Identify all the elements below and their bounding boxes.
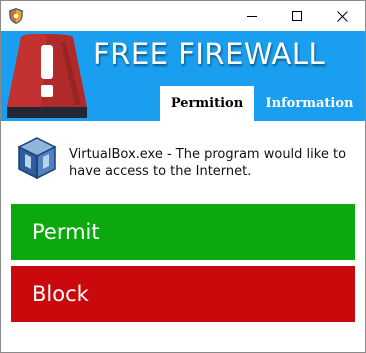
block-button[interactable]: Block <box>11 266 355 322</box>
title-bar[interactable] <box>1 1 365 31</box>
shield-icon <box>9 8 23 24</box>
tab-information[interactable]: Information <box>258 86 361 121</box>
maximize-icon <box>291 11 302 21</box>
virtualbox-icon <box>17 137 57 180</box>
alarm-light-icon <box>7 34 87 118</box>
permission-message: VirtualBox.exe - The program would like … <box>1 121 365 203</box>
minimize-button[interactable] <box>229 1 274 31</box>
app-header: FREE FIREWALL Permition Information <box>1 31 365 121</box>
minimize-icon <box>246 16 257 17</box>
tab-permition[interactable]: Permition <box>160 86 254 121</box>
permit-button[interactable]: Permit <box>11 204 355 260</box>
app-title: FREE FIREWALL <box>93 37 326 71</box>
close-button[interactable] <box>320 1 365 31</box>
message-text: VirtualBox.exe - The program would like … <box>69 147 347 179</box>
close-icon <box>337 10 348 22</box>
maximize-button[interactable] <box>274 1 319 31</box>
firewall-window: FREE FIREWALL Permition Information Virt… <box>0 0 366 353</box>
